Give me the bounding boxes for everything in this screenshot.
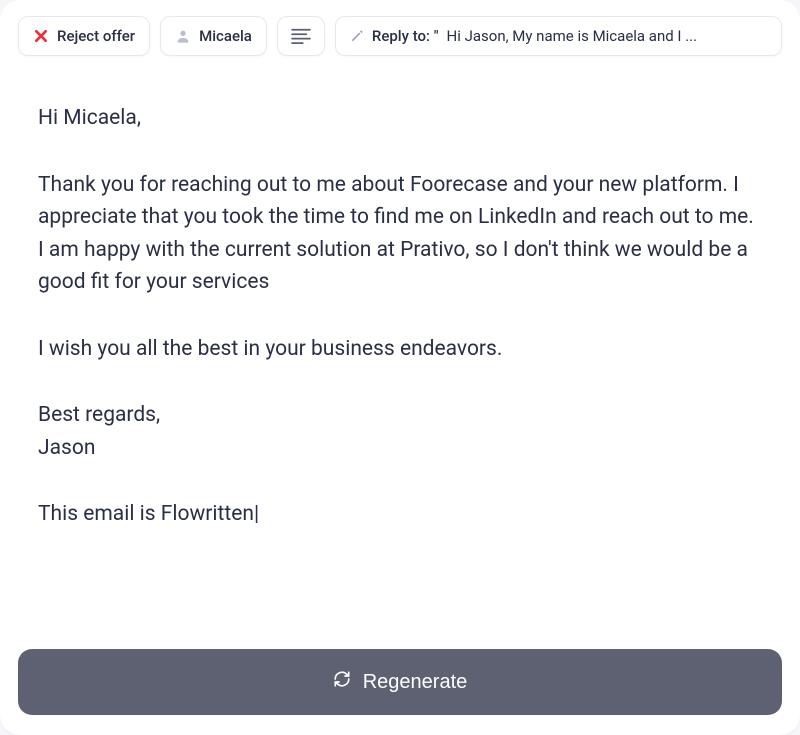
reply-to-field[interactable]: Reply to: " Hi Jason, My name is Micaela… bbox=[335, 16, 782, 56]
close-x-icon bbox=[33, 28, 49, 44]
email-footer: This email is Flowritten bbox=[38, 498, 762, 531]
email-signoff: Best regards, bbox=[38, 399, 762, 432]
person-chip[interactable]: Micaela bbox=[160, 16, 267, 56]
refresh-icon bbox=[333, 670, 351, 694]
reply-to-prefix: Reply to: " bbox=[372, 27, 439, 45]
email-paragraph-1: Thank you for reaching out to me about F… bbox=[38, 169, 762, 299]
regenerate-button[interactable]: Regenerate bbox=[18, 649, 782, 715]
compose-card: Reject offer Micaela Reply to: " Hi Jaso… bbox=[0, 0, 800, 735]
email-greeting: Hi Micaela, bbox=[38, 102, 762, 135]
person-icon bbox=[175, 28, 191, 44]
align-button[interactable] bbox=[277, 16, 325, 56]
reject-offer-button[interactable]: Reject offer bbox=[18, 16, 150, 56]
email-paragraph-2: I wish you all the best in your business… bbox=[38, 333, 762, 366]
person-label: Micaela bbox=[199, 27, 252, 45]
regenerate-label: Regenerate bbox=[363, 671, 468, 694]
pencil-icon bbox=[350, 29, 364, 43]
align-left-icon bbox=[290, 28, 312, 44]
reply-to-snippet: Hi Jason, My name is Micaela and I ... bbox=[447, 27, 698, 45]
toolbar: Reject offer Micaela Reply to: " Hi Jaso… bbox=[18, 16, 782, 56]
reject-offer-label: Reject offer bbox=[57, 27, 135, 45]
email-signer: Jason bbox=[38, 432, 762, 465]
email-body[interactable]: Hi Micaela, Thank you for reaching out t… bbox=[18, 74, 782, 649]
